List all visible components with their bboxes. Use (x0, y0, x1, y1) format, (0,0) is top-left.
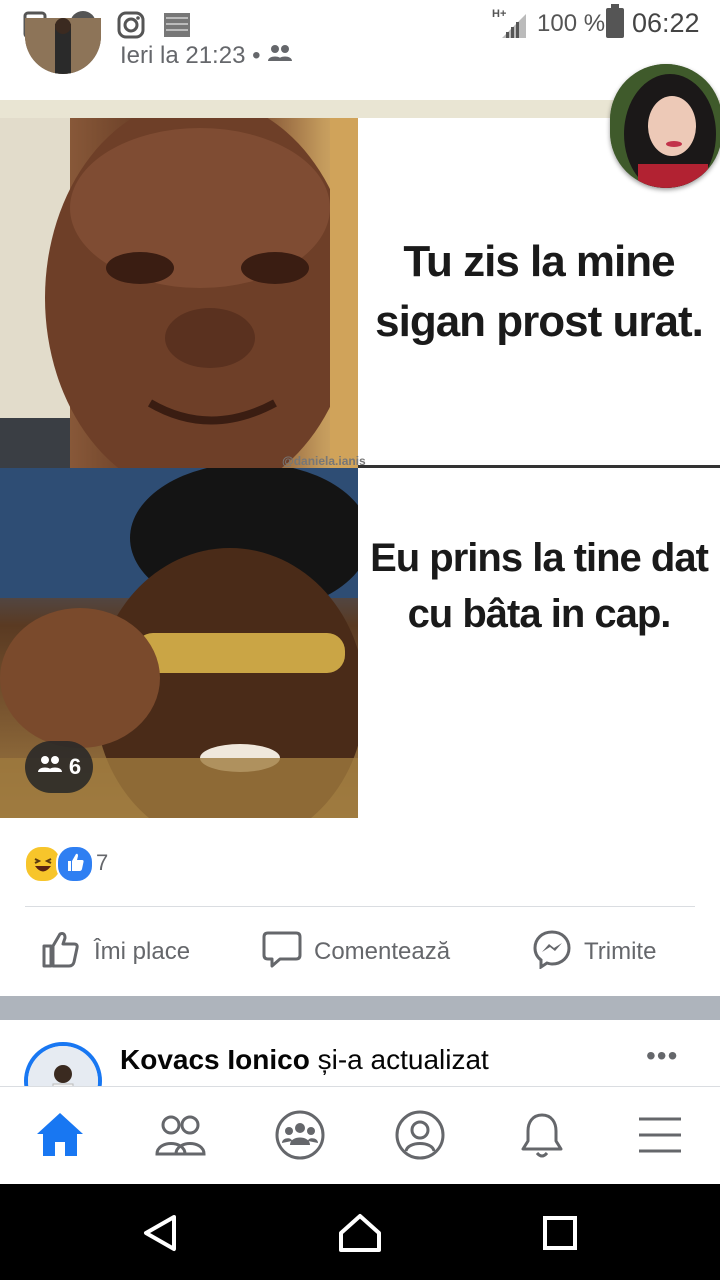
action-divider (25, 906, 695, 907)
people-icon (37, 754, 63, 780)
groups-icon (274, 1109, 326, 1166)
feed-separator (0, 996, 720, 1020)
square-icon (542, 1215, 578, 1256)
nav-notifications[interactable] (512, 1107, 572, 1167)
battery-percent: 100 % (537, 10, 606, 37)
messenger-chat-head[interactable] (610, 64, 720, 188)
next-post-title: Kovacs Ionico și-a actualizat (120, 1044, 489, 1076)
like-label: Îmi place (94, 938, 191, 965)
home-outline-icon (338, 1213, 382, 1258)
reaction-count: 7 (96, 850, 109, 875)
share-button[interactable]: Trimite (532, 928, 656, 976)
comment-button[interactable]: Comentează (262, 928, 450, 976)
system-navigation-bar (0, 1184, 720, 1280)
friends-icon (154, 1112, 206, 1163)
share-label: Trimite (584, 938, 657, 965)
meme-caption-bottom: Eu prins la tine dat cu bâta in cap. (370, 536, 709, 636)
next-post-author[interactable]: Kovacs Ionico (120, 1044, 310, 1075)
post-meta: Ieri la 21:23 • (120, 42, 293, 70)
system-recents-button[interactable] (535, 1210, 585, 1260)
tagged-count: 6 (68, 754, 82, 779)
instagram-icon (116, 10, 146, 40)
meta-separator: • (252, 42, 261, 69)
next-post-action: și-a actualizat (309, 1044, 489, 1075)
home-icon (34, 1110, 86, 1165)
back-triangle-icon (140, 1213, 180, 1258)
meme-caption-top: Tu zis la mine sigan prost urat. (375, 237, 704, 346)
messenger-share-icon (532, 929, 572, 976)
like-button[interactable]: Îmi place (40, 928, 190, 976)
post-author-avatar[interactable] (25, 18, 101, 74)
nav-friends[interactable] (150, 1107, 210, 1167)
system-back-button[interactable] (135, 1210, 185, 1260)
comment-label: Comentează (314, 938, 451, 965)
battery-icon (606, 4, 624, 38)
post-image[interactable]: Tu zis la mine sigan prost urat. @daniel… (0, 100, 720, 818)
nav-home[interactable] (30, 1107, 90, 1167)
comment-icon (262, 929, 302, 976)
system-home-button[interactable] (335, 1210, 385, 1260)
notifications-icon (518, 1109, 566, 1166)
nav-groups[interactable] (270, 1107, 330, 1167)
meme-watermark: @daniela.ianis (282, 454, 366, 468)
thumbs-up-icon (40, 928, 82, 977)
clock: 06:22 (632, 8, 700, 38)
meme-divider (358, 465, 720, 468)
friends-icon (267, 42, 293, 69)
bottom-navigation (0, 1086, 720, 1185)
gallery-icon (162, 10, 192, 40)
nav-menu[interactable] (630, 1107, 690, 1167)
tagged-people-badge[interactable]: 6 (25, 741, 93, 793)
nav-profile[interactable] (390, 1107, 450, 1167)
signal-icon (500, 12, 528, 45)
post-options-button[interactable]: ••• (646, 1040, 678, 1072)
like-reaction-icon (56, 845, 94, 883)
meme-photo-top (0, 118, 358, 468)
status-bar: H+ 100 % 06:22 (0, 0, 720, 48)
profile-icon (394, 1109, 446, 1166)
menu-icon (637, 1115, 683, 1160)
post-timestamp[interactable]: Ieri la 21:23 (120, 42, 245, 69)
